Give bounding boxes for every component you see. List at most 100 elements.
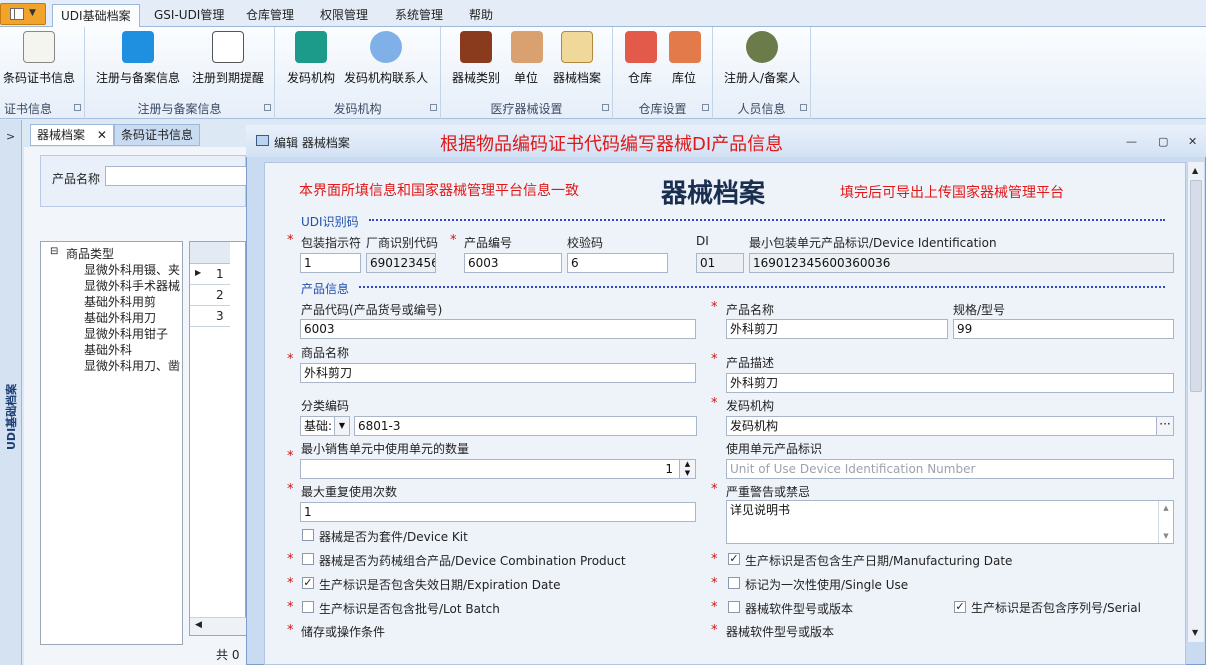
form-scrollbar[interactable]: ▲ ▼ [1187, 162, 1204, 642]
warning-textarea[interactable]: 详见说明书 ▲ ▼ [726, 500, 1174, 544]
mfg-date-label: 生产标识是否包含生产日期/Manufacturing Date [745, 554, 1013, 568]
group-label-device: 医疗器械设置 [490, 102, 563, 116]
goods-name-input[interactable]: 外科剪刀 [300, 363, 696, 383]
chevron-right-icon[interactable]: > [6, 130, 15, 143]
tab-gsi-udi[interactable]: GSI-UDI管理 [146, 4, 232, 27]
location-button[interactable]: 库位 [669, 31, 701, 86]
exp-date-checkbox[interactable]: ✓ [302, 577, 314, 589]
combo-label: 器械是否为药械组合产品/Device Combination Product [319, 554, 626, 568]
textarea-scrollbar[interactable]: ▲ ▼ [1158, 501, 1173, 543]
tree-item[interactable]: 基础外科 [84, 341, 132, 358]
dialog-launcher-icon[interactable] [430, 104, 437, 111]
warehouse-button[interactable]: 仓库 [625, 31, 657, 86]
section-product: 产品信息 [301, 282, 350, 296]
check-digit-input[interactable]: 6 [567, 253, 668, 273]
tree-item[interactable]: 显微外科用刀、凿 [84, 357, 180, 374]
tree-item[interactable]: 基础外科用刀 [84, 309, 156, 326]
app-menu-button[interactable]: ▼ [0, 3, 46, 25]
tab-help[interactable]: 帮助 [461, 4, 501, 27]
software-version-label: 器械软件型号或版本 [726, 625, 835, 639]
dialog-launcher-icon[interactable] [800, 104, 807, 111]
product-number-input[interactable]: 6003 [464, 253, 562, 273]
register-info-button[interactable]: 注册与备案信息 [95, 31, 181, 86]
category-code-input[interactable]: 6801-3 [354, 416, 697, 436]
max-reuse-input[interactable]: 1 [300, 502, 696, 522]
tree-root[interactable]: 商品类型 [66, 245, 114, 262]
mfg-date-checkbox[interactable]: ✓ [728, 553, 740, 565]
section-divider [369, 219, 1165, 221]
scroll-left-icon[interactable]: ◀ [195, 620, 202, 630]
required-mark: * [711, 396, 718, 411]
dialog-launcher-icon[interactable] [702, 104, 709, 111]
table-row[interactable]: 2 [190, 285, 230, 306]
group-label-register: 注册与备案信息 [137, 102, 222, 116]
dialog-launcher-icon[interactable] [602, 104, 609, 111]
group-label-person: 人员信息 [737, 102, 786, 116]
expiry-reminder-button[interactable]: 注册到期提醒 [190, 31, 266, 86]
single-use-checkbox[interactable] [728, 577, 740, 589]
required-mark: * [287, 552, 294, 567]
combo-checkbox[interactable] [302, 553, 314, 565]
tab-permission[interactable]: 权限管理 [312, 4, 376, 27]
tab-system[interactable]: 系统管理 [387, 4, 451, 27]
product-name-input[interactable]: 外科剪刀 [726, 319, 948, 339]
dialog-launcher-icon[interactable] [74, 104, 81, 111]
product-code-input[interactable]: 6003 [300, 319, 696, 339]
doc-tab-device-file[interactable]: 器械档案 ✕ [30, 124, 114, 146]
spin-icon[interactable]: ▲ ▼ [679, 460, 695, 478]
kit-label: 器械是否为套件/Device Kit [319, 530, 468, 544]
registrant-button[interactable]: 注册人/备案人 [721, 31, 803, 86]
close-icon[interactable]: ✕ [1188, 135, 1197, 148]
tree-item[interactable]: 显微外科用镊、夹 [84, 261, 180, 278]
horizontal-scrollbar[interactable]: ◀ [190, 617, 247, 635]
edit-window-titlebar[interactable]: 编辑 器械档案 根据物品编码证书代码编写器械DI产品信息 — ▢ ✕ [246, 125, 1206, 157]
window-icon [256, 135, 269, 146]
tree-item[interactable]: 显微外科手术器械 [84, 277, 180, 294]
registrant-label: 注册人/备案人 [723, 71, 801, 85]
issuer-contact-button[interactable]: 发码机构联系人 [343, 31, 429, 86]
cert-info-button[interactable]: 条码证书信息 [0, 31, 78, 86]
issuer-input[interactable]: 发码机构 ··· [726, 416, 1174, 436]
close-icon[interactable]: ✕ [97, 128, 107, 142]
dialog-launcher-icon[interactable] [264, 104, 271, 111]
table-row[interactable]: ▶ 1 [190, 264, 230, 285]
tab-warehouse[interactable]: 仓库管理 [238, 4, 302, 27]
spec-input[interactable]: 99 [953, 319, 1174, 339]
maximize-icon[interactable]: ▢ [1158, 135, 1168, 148]
person-icon [370, 31, 402, 63]
tab-udi-basic[interactable]: UDI基础档案 [52, 4, 140, 28]
tree-item[interactable]: 显微外科用钳子 [84, 325, 168, 342]
description-input[interactable]: 外科剪刀 [726, 373, 1174, 393]
scroll-down-icon[interactable]: ▼ [1192, 628, 1198, 637]
chevron-down-icon[interactable]: ▼ [334, 417, 349, 435]
use-unit-input[interactable]: Unit of Use Device Identification Number [726, 459, 1174, 479]
pack-indicator-input[interactable]: 1 [300, 253, 361, 273]
serial-checkbox[interactable]: ✓ [954, 601, 966, 613]
doc-tab-cert[interactable]: 条码证书信息 [114, 124, 201, 146]
category-select[interactable]: 基础: ▼ [300, 416, 350, 436]
device-file-button[interactable]: 器械档案 [551, 31, 603, 86]
category-tree[interactable]: ⊟ 商品类型 显微外科用镊、夹 显微外科手术器械 基础外科用剪 基础外科用刀 显… [40, 241, 183, 645]
min-sale-stepper[interactable]: 1 ▲ ▼ [300, 459, 696, 479]
tree-item[interactable]: 基础外科用剪 [84, 293, 156, 310]
unit-button[interactable]: 单位 [511, 31, 543, 86]
side-nav-strip[interactable]: > UDI基础档案 [0, 120, 22, 665]
search-input[interactable] [105, 166, 247, 186]
more-icon[interactable]: ··· [1156, 417, 1173, 435]
scroll-up-icon[interactable]: ▲ [1192, 166, 1198, 175]
minimize-icon[interactable]: — [1126, 135, 1137, 148]
device-category-button[interactable]: 器械类别 [451, 31, 501, 86]
use-unit-label: 使用单元产品标识 [726, 442, 823, 456]
grid-header [190, 242, 230, 264]
data-grid[interactable]: ▶ 1 2 3 ◀ [189, 241, 247, 636]
collapse-icon[interactable]: ⊟ [50, 246, 58, 257]
kit-checkbox[interactable] [302, 529, 314, 541]
issuer-button[interactable]: 发码机构 [285, 31, 337, 86]
software-checkbox[interactable] [728, 601, 740, 613]
scroll-thumb[interactable] [1190, 180, 1202, 392]
table-row[interactable]: 3 [190, 306, 230, 327]
ribbon: 条码证书信息 证书信息 注册与备案信息 注册到期提醒 注册与备案信息 发码机构 … [0, 27, 1206, 119]
bank-icon [295, 31, 327, 63]
required-mark: * [287, 623, 294, 638]
lot-checkbox[interactable] [302, 601, 314, 613]
